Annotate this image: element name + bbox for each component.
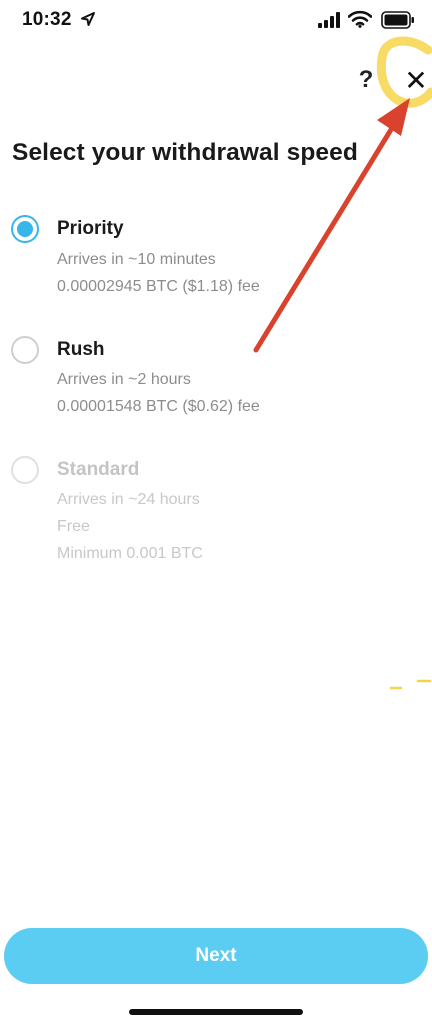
radio-disabled-icon xyxy=(11,456,39,484)
wifi-icon xyxy=(348,10,372,28)
radio-unselected-icon[interactable] xyxy=(11,336,39,364)
option-name: Rush xyxy=(57,339,105,360)
option-fee: Free xyxy=(57,518,90,535)
location-arrow-icon xyxy=(81,12,95,26)
option-minimum: Minimum 0.001 BTC xyxy=(57,545,203,562)
option-name: Priority xyxy=(57,218,124,239)
close-icon: ✕ xyxy=(404,65,428,96)
option-fee: 0.00002945 BTC ($1.18) fee xyxy=(57,278,260,295)
next-button[interactable]: Next xyxy=(4,928,428,984)
option-fee: 0.00001548 BTC ($0.62) fee xyxy=(57,398,260,415)
option-arrival: Arrives in ~2 hours xyxy=(57,371,191,388)
speed-option-priority[interactable]: Priority Arrives in ~10 minutes 0.000029… xyxy=(0,210,432,310)
annotation-arrowhead xyxy=(377,98,410,136)
speed-option-rush[interactable]: Rush Arrives in ~2 hours 0.00001548 BTC … xyxy=(0,330,432,430)
help-button[interactable]: ? xyxy=(352,62,380,98)
option-arrival: Arrives in ~24 hours xyxy=(57,491,200,508)
status-bar: 10:32 xyxy=(0,0,432,44)
battery-icon xyxy=(381,11,414,29)
option-arrival: Arrives in ~10 minutes xyxy=(57,251,216,268)
option-name: Standard xyxy=(57,459,140,480)
status-time: 10:32 xyxy=(22,9,72,30)
speed-option-standard: Standard Arrives in ~24 hours Free Minim… xyxy=(0,450,432,575)
close-button[interactable]: ✕ xyxy=(400,62,432,100)
page-title: Select your withdrawal speed xyxy=(12,139,358,166)
cellular-signal-icon xyxy=(318,12,340,28)
home-indicator xyxy=(129,1009,303,1015)
radio-selected-icon[interactable] xyxy=(11,215,39,243)
